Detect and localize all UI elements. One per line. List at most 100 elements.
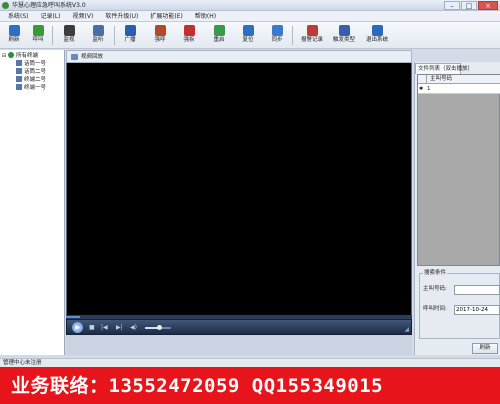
toolbar-separator [292, 26, 293, 45]
grid-corner [418, 75, 427, 84]
monitor-video-button[interactable]: 监视 [57, 24, 81, 47]
refresh-list-button[interactable]: 刷新 [472, 343, 498, 354]
trigger-type-icon [338, 25, 350, 36]
window-title: 华慧心理应急呼叫系统V3.0 [12, 2, 86, 9]
menu-upgrade[interactable]: 软件升级(U) [105, 11, 138, 22]
sync-icon [271, 25, 283, 36]
call-icon [32, 25, 44, 36]
reset-icon [242, 25, 254, 36]
volume-slider[interactable] [145, 325, 171, 330]
volume-handle[interactable] [157, 325, 162, 330]
restart-label: 重启 [213, 37, 225, 43]
tree-item[interactable]: 话筒二号 [16, 68, 46, 76]
tree-item-label: 终端一号 [24, 85, 47, 91]
resize-grip-icon: ◢ [404, 326, 409, 333]
toolbar-separator [52, 26, 53, 45]
trigger-type-button[interactable]: 触发类型 [329, 24, 359, 47]
menu-video[interactable]: 视频(V) [73, 11, 94, 22]
alarm-log-button[interactable]: 报警记录 [297, 24, 327, 47]
globe-icon [7, 52, 14, 58]
volume-icon[interactable]: ◀) [130, 323, 137, 332]
call-time-picker[interactable] [454, 305, 500, 315]
file-list-grid: 主叫号码 ✱ 1 [417, 74, 500, 266]
stop-button[interactable]: ■ [89, 323, 95, 332]
listen-button[interactable]: 监听 [86, 24, 110, 47]
sync-label: 同步 [271, 37, 283, 43]
sync-button[interactable]: 同步 [265, 24, 289, 47]
table-row[interactable]: ✱ 1 [418, 84, 500, 94]
minimize-button[interactable]: – [444, 1, 460, 10]
refresh-icon [8, 25, 20, 36]
contact-banner: 业务联络：13552472059 QQ155349015 [0, 367, 500, 404]
refresh-button[interactable]: 刷新 [2, 24, 26, 47]
tab-file-list[interactable]: 文件列表（双击播放） [415, 63, 473, 74]
listen-label: 监听 [92, 37, 104, 43]
restart-button[interactable]: 重启 [207, 24, 231, 47]
reset-button[interactable]: 复位 [236, 24, 260, 47]
monitor-icon [92, 25, 104, 36]
menu-extensions[interactable]: 扩展功能(E) [150, 11, 182, 22]
status-bar: 管理中心未注册 [0, 358, 500, 367]
exit-icon [371, 25, 383, 36]
video-panel-header: 视频回放 [66, 50, 412, 63]
title-bar: 华慧心理应急呼叫系统V3.0 – □ × [0, 0, 500, 11]
play-button[interactable]: ▶ [72, 322, 83, 333]
tree-item[interactable]: 话筒一号 [16, 60, 46, 68]
row-index: 1 [427, 86, 431, 92]
menu-system[interactable]: 系统(S) [8, 11, 29, 22]
toolbar: 刷新 呼叫 监视 监听 广播 强呼 强拆 重启 复位 同步 报警记录 触发类型 … [0, 22, 500, 49]
call-time-label: 呼叫时间: [423, 306, 447, 312]
broadcast-label: 广播 [124, 37, 136, 43]
seek-progress [66, 316, 80, 318]
grid-header: 主叫号码 [418, 75, 500, 84]
menu-help[interactable]: 帮助(H) [195, 11, 216, 22]
restart-icon [213, 25, 225, 36]
terminal-icon [16, 84, 22, 90]
app-icon [2, 2, 9, 9]
menu-bar: 系统(S) 记录(L) 视频(V) 软件升级(U) 扩展功能(E) 帮助(H) [0, 11, 500, 22]
tree-root[interactable]: ⊟ 所有终端 [2, 52, 38, 60]
search-conditions-legend: 搜索条件 [423, 269, 448, 277]
monitor-video-label: 监视 [63, 37, 75, 43]
previous-button[interactable]: |◀ [101, 323, 108, 332]
tree-root-label: 所有终端 [15, 53, 38, 59]
tree-item-label: 话筒一号 [24, 61, 47, 67]
trigger-type-label: 触发类型 [332, 37, 355, 43]
tree-item[interactable]: 终端二号 [16, 76, 46, 84]
terminal-icon [16, 60, 22, 66]
video-panel-footer [66, 335, 412, 355]
terminal-icon [16, 68, 22, 74]
tree-item[interactable]: 终端一号 [16, 84, 46, 92]
menu-records[interactable]: 记录(L) [41, 11, 61, 22]
next-button[interactable]: ▶| [116, 323, 123, 332]
force-hangup-button[interactable]: 强拆 [177, 24, 201, 47]
broadcast-button[interactable]: 广播 [118, 24, 142, 47]
contact-text: 业务联络：13552472059 QQ155349015 [11, 375, 384, 397]
call-label: 呼叫 [32, 37, 44, 43]
maximize-button[interactable]: □ [461, 1, 477, 10]
video-display[interactable] [66, 63, 412, 315]
terminal-tree: ⊟ 所有终端 话筒一号 话筒二号 终端二号 终端一号 [0, 50, 65, 355]
tree-item-label: 话筒二号 [24, 69, 47, 75]
toolbar-separator [114, 26, 115, 45]
search-conditions: 搜索条件 主叫号码: 呼叫时间: [419, 269, 500, 339]
alarm-log-icon [306, 25, 318, 36]
video-panel-title: 视频回放 [81, 54, 104, 60]
caller-number-input[interactable] [454, 285, 500, 295]
call-button[interactable]: 呼叫 [26, 24, 50, 47]
exit-label: 退出系统 [365, 37, 388, 43]
force-hangup-label: 强拆 [183, 37, 195, 43]
force-call-label: 强呼 [154, 37, 166, 43]
video-icon [71, 54, 78, 60]
refresh-label: 刷新 [8, 37, 20, 43]
column-caller-number[interactable]: 主叫号码 [430, 75, 452, 84]
window-controls: – □ × [444, 1, 498, 10]
exit-button[interactable]: 退出系统 [362, 24, 392, 47]
close-button[interactable]: × [478, 1, 498, 10]
force-call-button[interactable]: 强呼 [148, 24, 172, 47]
tree-item-label: 终端二号 [24, 77, 47, 83]
collapse-icon[interactable]: ⊟ [2, 53, 6, 59]
player-controls: ▶ ■ |◀ ▶| ◀) ◢ [66, 319, 412, 335]
force-call-icon [154, 25, 166, 36]
broadcast-icon [124, 25, 136, 36]
